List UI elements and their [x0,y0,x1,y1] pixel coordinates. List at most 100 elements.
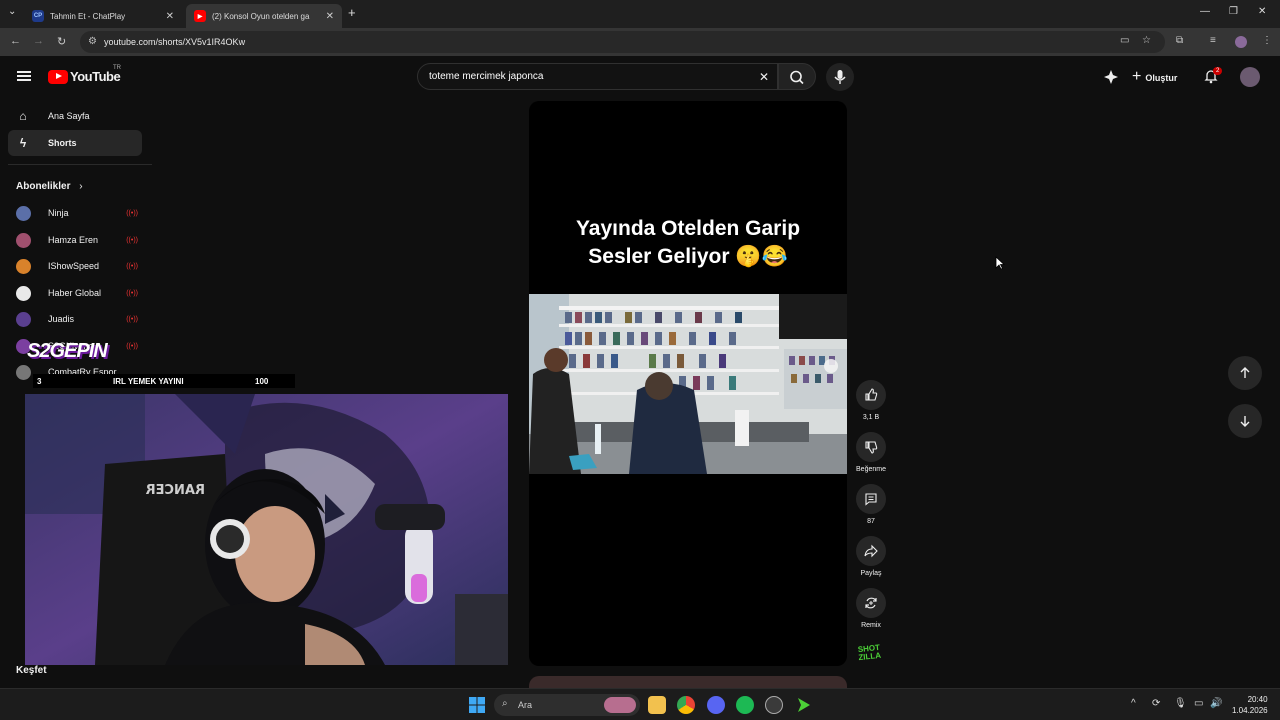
reload-icon[interactable]: ↻ [57,35,66,48]
webcam-scene: RANCER [25,394,508,665]
profile-icon[interactable] [1235,36,1247,48]
logo-text: YouTube [70,69,121,84]
chrome-icon[interactable] [677,696,695,714]
obs-icon[interactable] [765,696,783,714]
youtube-logo[interactable]: YouTube TR [48,65,121,84]
share-button[interactable] [856,536,886,566]
create-label: Oluştur [1145,73,1178,83]
dislike-action[interactable]: Beğenme [852,432,890,473]
sidebar-item-shorts[interactable]: ϟ Shorts [8,130,142,156]
bookmark-star-icon[interactable]: ☆ [1142,35,1151,46]
search-input[interactable]: toteme mercimek japonca ✕ [417,63,778,90]
previous-short-button[interactable] [1228,356,1262,390]
extensions-icon[interactable]: ⧉ [1176,35,1183,46]
remix-action[interactable]: Remix [852,588,890,629]
channel-avatar [16,311,31,327]
channel-avatar [16,285,31,301]
channel-badge-line-2: ZILLA [857,650,882,663]
subscriptions-title: Abonelikler [16,181,71,192]
dislike-button[interactable] [856,432,886,462]
tab-search-icon[interactable]: ⌄ [8,6,16,17]
comment-icon [865,493,877,506]
discord-icon[interactable] [707,696,725,714]
youtube-favicon-icon: ▶ [194,10,206,22]
channel-name: IShowSpeed [48,261,100,271]
sidebar-item-label: Ana Sayfa [48,111,90,121]
shorts-video-player[interactable]: Yayında Otelden Garip Sesler Geliyor 🤫😂 [529,101,847,666]
next-short-button[interactable] [1228,404,1262,438]
monitor-icon[interactable]: ▭ [1194,698,1203,709]
subscriptions-header[interactable]: Abonelikler › [16,181,83,192]
game-store-scene [529,294,847,474]
clear-search-icon[interactable]: ✕ [759,70,769,84]
subscription-ninja[interactable]: Ninja ((•)) [16,203,144,223]
tab-title: Tahmin Et - ChatPlay [50,11,126,21]
spotify-icon[interactable] [736,696,754,714]
live-icon: ((•)) [126,262,138,270]
subscription-hamza-eren[interactable]: Hamza Eren ((•)) [16,230,144,250]
taskbar-search[interactable]: ⌕ Ara [494,694,640,716]
voice-search-button[interactable] [826,63,854,91]
arrow-up-icon [1240,367,1250,378]
sidebar-divider [8,164,152,165]
sidebar-item-label: Shorts [48,138,77,148]
sidebar-item-home[interactable]: ⌂ Ana Sayfa [8,103,142,129]
comment-button[interactable] [856,484,886,514]
minimize-icon[interactable]: — [1200,6,1210,17]
windows-start-icon[interactable] [469,697,485,713]
file-explorer-icon[interactable] [648,696,666,714]
stream-info-bar: 3 IRL YEMEK YAYINI 100 [33,374,295,388]
account-avatar[interactable] [1240,67,1260,87]
notification-badge: 2 [1213,67,1223,75]
like-count: 3,1 B [862,414,880,421]
volume-icon[interactable]: 🔊 [1210,698,1222,709]
remix-button[interactable] [856,588,886,618]
site-info-icon[interactable]: ⚙ [88,36,97,47]
restore-icon[interactable]: ❐ [1229,6,1238,17]
live-icon: ((•)) [126,289,138,297]
share-action[interactable]: Paylaş [852,536,890,577]
create-button[interactable]: + Oluştur [1132,68,1178,86]
comment-count: 87 [867,518,875,525]
like-button[interactable] [856,380,886,410]
close-tab-icon[interactable]: ✕ [166,11,174,22]
address-bar[interactable]: ⚙ youtube.com/shorts/XV5v1IR4OKw [80,31,1165,53]
live-icon: ((•)) [126,315,138,323]
app-launcher-icon[interactable] [795,696,813,714]
network-sync-icon[interactable]: ⟳ [1152,698,1160,709]
channel-avatar [16,232,31,248]
close-tab-icon[interactable]: ✕ [326,11,334,22]
back-icon[interactable]: ← [10,35,21,47]
next-short-preview[interactable] [529,676,847,688]
youtube-play-icon [48,69,68,84]
stream-bar-left-value: 3 [37,376,42,386]
microphone-tray-icon[interactable]: 🎙 [1174,698,1187,709]
show-hidden-icons[interactable]: ^ [1131,698,1136,709]
like-action[interactable]: 3,1 B [852,380,890,421]
channel-name: Haber Global [48,288,102,298]
create-sparkle-icon[interactable] [1103,69,1119,85]
taskbar-clock[interactable]: 20:40 1.04.2026 [1232,694,1268,716]
subscription-haber-global[interactable]: Haber Global ((•)) [16,283,144,303]
subscription-ishowspeed[interactable]: IShowSpeed ((•)) [16,256,144,276]
comment-action[interactable]: 87 [852,484,890,525]
share-icon [864,544,878,558]
search-button[interactable] [778,63,816,90]
browser-tab-chatplay[interactable]: CP Tahmin Et - ChatPlay ✕ [24,4,182,28]
forward-icon[interactable]: → [33,35,44,47]
remix-icon [865,597,877,609]
browser-tab-youtube[interactable]: ▶ (2) Konsol Oyun otelden ga ✕ [186,4,342,28]
hamburger-menu-icon[interactable] [17,71,31,81]
close-window-icon[interactable]: ✕ [1258,6,1266,17]
channel-avatar [16,258,31,274]
clock-date: 1.04.2026 [1232,706,1268,715]
cast-icon[interactable]: ▭ [1120,35,1129,46]
media-icon[interactable]: ≡ [1210,35,1216,46]
subscription-juadis[interactable]: Juadis ((•)) [16,309,144,329]
live-icon: ((•)) [126,236,138,244]
caption-line-2: Sesler Geliyor 🤫😂 [588,245,788,268]
stream-bar-title: IRL YEMEK YAYINI [113,376,184,386]
channel-badge[interactable]: SHOT ZILLA [857,643,882,663]
menu-icon[interactable]: ⋮ [1262,35,1272,46]
new-tab-icon[interactable]: + [348,5,356,20]
